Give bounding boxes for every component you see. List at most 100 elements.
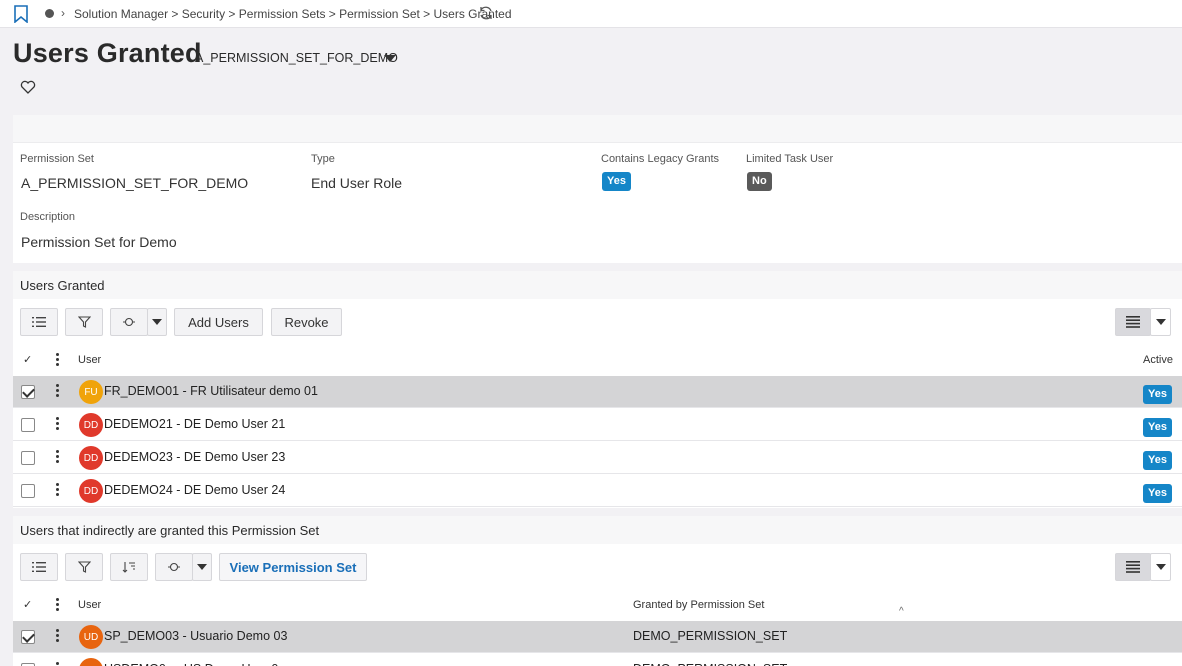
actions-dropdown-button[interactable]: [147, 308, 167, 336]
filter-icon: [77, 316, 91, 328]
table-row[interactable]: UDUSDEMO0_ - US Demo User 0_ DEMO_PERMISS…: [13, 654, 1182, 666]
user-cell[interactable]: USDEMO0_ - US Demo User 0_: [104, 662, 285, 666]
table-layout-button[interactable]: [1115, 308, 1151, 336]
list-icon: [32, 317, 46, 327]
card-header-strip: [13, 115, 1182, 143]
column-header-granted-by[interactable]: Granted by Permission Set: [633, 599, 764, 611]
view-permission-set-button[interactable]: View Permission Set: [219, 553, 367, 581]
table-row[interactable]: FU FR_DEMO01 - FR Utilisateur demo 01 Yes: [13, 376, 1182, 408]
filter-button[interactable]: [65, 308, 103, 336]
filter-button[interactable]: [65, 553, 103, 581]
indirect-users-title: Users that indirectly are granted this P…: [20, 523, 320, 538]
bookmark-icon[interactable]: [13, 5, 29, 23]
sort-icon: [122, 562, 135, 573]
card-title-bar: [13, 271, 1182, 299]
select-all-check-icon[interactable]: ✓: [23, 598, 32, 611]
table-layout-dropdown-button[interactable]: [1150, 553, 1171, 581]
navigation-bar: › Solution Manager > Security > Permissi…: [0, 0, 1182, 28]
caret-down-icon: [197, 564, 207, 570]
active-badge: Yes: [1143, 385, 1172, 404]
permission-set-details-card: Permission Set A_PERMISSION_SET_FOR_DEMO…: [13, 115, 1182, 263]
user-cell[interactable]: DEDEMO21 - DE Demo User 21: [104, 417, 285, 431]
caret-down-icon: [1155, 319, 1166, 325]
users-granted-title: Users Granted: [20, 278, 105, 293]
row-checkbox[interactable]: [21, 630, 35, 644]
caret-down-icon: [1155, 564, 1166, 570]
refresh-icon[interactable]: [478, 5, 494, 21]
user-cell[interactable]: SP_DEMO03 - Usuario Demo 03: [104, 629, 287, 643]
actions-icon: [168, 562, 180, 572]
row-checkbox[interactable]: [21, 418, 35, 432]
granted-by-cell[interactable]: DEMO_PERMISSION_SET: [633, 662, 787, 666]
row-checkbox[interactable]: [21, 484, 35, 498]
limited-task-user-label: Limited Task User: [746, 153, 834, 165]
actions-button[interactable]: [110, 308, 148, 336]
table-layout-icon: [1126, 316, 1140, 328]
list-icon: [32, 562, 46, 572]
column-header-active[interactable]: Active: [1143, 354, 1173, 366]
avatar: FU: [79, 380, 103, 404]
column-header-user[interactable]: User: [78, 354, 101, 366]
revoke-button[interactable]: Revoke: [271, 308, 342, 336]
avatar: DD: [79, 479, 103, 503]
active-badge: Yes: [1143, 484, 1172, 503]
record-selector-dropdown-icon[interactable]: [384, 55, 396, 62]
description-label: Description: [20, 211, 76, 223]
chevron-right-icon: ›: [61, 6, 65, 20]
column-menu-icon[interactable]: [55, 353, 59, 366]
caret-down-icon: [152, 319, 162, 325]
page-title: Users Granted: [13, 38, 202, 68]
table-layout-icon: [1126, 561, 1140, 573]
legacy-grants-label: Contains Legacy Grants: [601, 153, 720, 165]
breadcrumb[interactable]: Solution Manager > Security > Permission…: [74, 7, 512, 21]
record-selector-label[interactable]: A_PERMISSION_SET_FOR_DEMO: [195, 51, 398, 65]
row-menu-icon[interactable]: [55, 450, 59, 466]
row-menu-icon[interactable]: [55, 483, 59, 499]
users-granted-card: Users Granted Add Users Revoke ✓ User Ac…: [13, 271, 1182, 508]
row-checkbox[interactable]: [21, 451, 35, 465]
description-value: Permission Set for Demo: [21, 234, 177, 250]
table-row[interactable]: DD DEDEMO21 - DE Demo User 21 Yes: [13, 409, 1182, 441]
row-menu-icon[interactable]: [55, 384, 59, 400]
table-layout-dropdown-button[interactable]: [1150, 308, 1171, 336]
filter-icon: [77, 561, 91, 573]
column-header-user[interactable]: User: [78, 599, 101, 611]
add-users-button[interactable]: Add Users: [174, 308, 263, 336]
home-dot-icon[interactable]: [45, 9, 54, 18]
table-row[interactable]: DD DEDEMO23 - DE Demo User 23 Yes: [13, 442, 1182, 474]
avatar: UD: [79, 658, 103, 666]
table-layout-button[interactable]: [1115, 553, 1151, 581]
select-all-check-icon[interactable]: ✓: [23, 353, 32, 366]
column-menu-icon[interactable]: [55, 598, 59, 611]
row-menu-icon[interactable]: [55, 629, 59, 645]
table-row[interactable]: DD DEDEMO24 - DE Demo User 24 Yes: [13, 475, 1182, 507]
legacy-grants-badge: Yes: [602, 172, 631, 191]
active-badge: Yes: [1143, 418, 1172, 437]
avatar: DD: [79, 446, 103, 470]
row-menu-icon[interactable]: [55, 417, 59, 433]
type-label: Type: [311, 153, 335, 165]
list-view-button[interactable]: [20, 308, 58, 336]
user-cell[interactable]: DEDEMO23 - DE Demo User 23: [104, 450, 285, 464]
actions-icon: [123, 317, 135, 327]
actions-button[interactable]: [155, 553, 193, 581]
sort-button[interactable]: [110, 553, 148, 581]
actions-dropdown-button[interactable]: [192, 553, 212, 581]
avatar: DD: [79, 413, 103, 437]
granted-by-cell[interactable]: DEMO_PERMISSION_SET: [633, 629, 787, 643]
type-value: End User Role: [311, 175, 403, 191]
row-checkbox[interactable]: [21, 385, 35, 399]
row-menu-icon[interactable]: [55, 662, 59, 666]
avatar: UD: [79, 625, 103, 649]
indirect-users-card: Users that indirectly are granted this P…: [13, 516, 1182, 666]
limited-task-user-badge: No: [747, 172, 772, 191]
active-badge: Yes: [1143, 451, 1172, 470]
permission-set-label: Permission Set: [20, 153, 94, 165]
user-cell[interactable]: FR_DEMO01 - FR Utilisateur demo 01: [104, 384, 318, 398]
table-row[interactable]: UD SP_DEMO03 - Usuario Demo 03 DEMO_PERMIS…: [13, 621, 1182, 653]
sort-ascending-icon[interactable]: ^: [899, 606, 904, 617]
list-view-button[interactable]: [20, 553, 58, 581]
favorite-heart-icon[interactable]: [20, 80, 36, 94]
permission-set-value: A_PERMISSION_SET_FOR_DEMO: [21, 175, 249, 191]
user-cell[interactable]: DEDEMO24 - DE Demo User 24: [104, 483, 285, 497]
